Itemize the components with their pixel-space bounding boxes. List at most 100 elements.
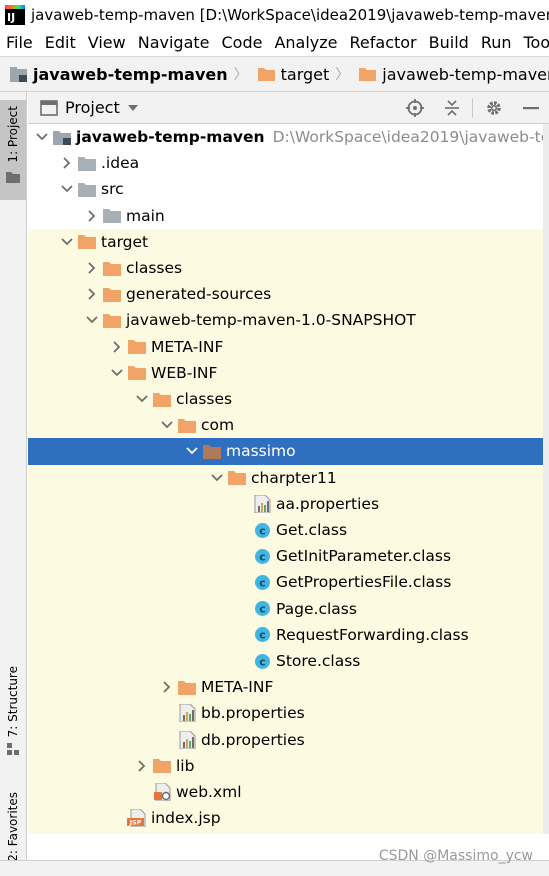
tree-node[interactable]: c GetPropertiesFile.class <box>28 569 549 596</box>
tree-node[interactable]: c GetInitParameter.class <box>28 543 549 570</box>
tree-node-label: Store.class <box>276 652 361 671</box>
tree-node[interactable]: WEB-INF <box>28 359 549 386</box>
tab-structure[interactable]: 7: Structure <box>0 666 26 766</box>
menu-item-tools[interactable]: Tools <box>518 33 549 52</box>
chevron-down-icon[interactable] <box>82 310 102 330</box>
chevron-down-icon[interactable] <box>127 104 138 111</box>
module-icon <box>52 127 72 147</box>
class-file-icon: c <box>252 599 272 619</box>
tree-node[interactable]: lib <box>28 752 549 779</box>
chevron-down-icon[interactable] <box>182 441 202 461</box>
menu-item-analyze[interactable]: Analyze <box>268 33 343 52</box>
chevron-right-icon[interactable] <box>57 153 77 173</box>
tree-node-label: generated-sources <box>126 285 272 304</box>
chevron-right-icon[interactable] <box>157 677 177 697</box>
menu-item-navigate[interactable]: Navigate <box>132 33 216 52</box>
folder-icon <box>257 67 275 81</box>
tree-node[interactable]: classes <box>28 255 549 282</box>
tree-node[interactable]: db.properties <box>28 726 549 753</box>
jsp-file-icon: JSP <box>127 808 147 828</box>
properties-file-icon <box>177 730 197 750</box>
svg-text:c: c <box>259 629 266 642</box>
chevron-down-icon[interactable] <box>132 389 152 409</box>
folder-icon <box>102 206 122 226</box>
project-panel-header: Project <box>28 92 549 124</box>
menu-item-edit[interactable]: Edit <box>39 33 82 52</box>
watermark: CSDN @Massimo_ycw <box>378 848 533 864</box>
tree-node-label: javaweb-temp-maven-1.0-SNAPSHOT <box>126 311 416 330</box>
project-tree: javaweb-temp-maven D:\WorkSpace\idea2019\… <box>28 124 549 834</box>
tree-node[interactable]: web.xml <box>28 779 549 806</box>
tree-node-label: com <box>201 416 235 435</box>
tree-node[interactable]: aa.properties <box>28 490 549 517</box>
tree-node-label: classes <box>176 390 233 409</box>
scrollbar[interactable] <box>543 124 549 834</box>
tree-node[interactable]: classes <box>28 386 549 413</box>
tree-node[interactable]: META-INF <box>28 674 549 701</box>
tree-node[interactable]: .idea <box>28 150 549 176</box>
tree-node[interactable]: charpter11 <box>28 464 549 491</box>
menu-item-refactor[interactable]: Refactor <box>344 33 423 52</box>
chevron-right-icon[interactable] <box>82 258 102 278</box>
tree-node-label: META-INF <box>151 337 224 356</box>
chevron-right-icon[interactable] <box>82 284 102 304</box>
tree-node[interactable]: javaweb-temp-maven-1.0-SNAPSHOT.war <box>28 831 549 834</box>
chevron-down-icon[interactable] <box>57 232 77 252</box>
chevron-down-icon[interactable] <box>57 179 77 199</box>
chevron-down-icon[interactable] <box>157 415 177 435</box>
menu-item-file[interactable]: File <box>0 33 39 52</box>
breadcrumb-item-snapshot[interactable]: javaweb-temp-maven-1.0-SNAPSHOT <box>349 65 549 84</box>
tree-node[interactable]: com <box>28 412 549 439</box>
tree-node-label: web.xml <box>176 783 242 802</box>
intellij-logo-icon: IJ <box>5 4 25 25</box>
tree-node[interactable]: massimo <box>28 438 549 465</box>
menu-item-code[interactable]: Code <box>216 33 269 52</box>
tree-node[interactable]: c Store.class <box>28 648 549 675</box>
title-bar: IJ javaweb-temp-maven [D:\WorkSpace\idea… <box>0 0 549 29</box>
chevron-right-icon[interactable] <box>107 337 127 357</box>
locate-icon[interactable] <box>396 99 433 117</box>
breadcrumb-label: javaweb-temp-maven <box>33 64 228 84</box>
tree-node-label: src <box>101 180 124 199</box>
structure-icon <box>7 743 19 756</box>
tree-node[interactable]: c RequestForwarding.class <box>28 621 549 648</box>
tree-node[interactable]: src <box>28 176 549 202</box>
tree-node[interactable]: bb.properties <box>28 700 549 727</box>
panel-title[interactable]: Project <box>65 98 120 117</box>
breadcrumb-item-project[interactable]: javaweb-temp-maven 〉 <box>0 64 248 84</box>
tree-node[interactable]: javaweb-temp-maven-1.0-SNAPSHOT <box>28 307 549 334</box>
gear-icon[interactable] <box>475 99 512 117</box>
menu-item-run[interactable]: Run <box>475 33 518 52</box>
svg-text:c: c <box>259 524 266 537</box>
toolbar-divider <box>472 98 473 118</box>
chevron-down-icon[interactable] <box>207 468 227 488</box>
tab-project[interactable]: 1: Project <box>0 100 26 200</box>
tree-node[interactable]: c Page.class <box>28 595 549 622</box>
tree-node[interactable]: main <box>28 203 549 229</box>
chevron-right-icon[interactable] <box>82 206 102 226</box>
svg-text:c: c <box>259 550 266 563</box>
folder-icon <box>152 756 172 776</box>
tree-node[interactable]: JSP index.jsp <box>28 805 549 832</box>
breadcrumb-item-target[interactable]: target 〉 <box>248 64 349 84</box>
tree-node[interactable]: target <box>28 228 549 255</box>
module-icon <box>10 66 27 82</box>
tree-node[interactable]: META-INF <box>28 333 549 360</box>
chevron-right-icon[interactable] <box>132 756 152 776</box>
menu-item-build[interactable]: Build <box>423 33 475 52</box>
chevron-down-icon[interactable] <box>107 363 127 383</box>
menu-item-view[interactable]: View <box>82 33 132 52</box>
svg-text:c: c <box>259 603 266 616</box>
menu-bar: File Edit View Navigate Code Analyze Refactor B… <box>0 29 549 56</box>
tree-node[interactable]: javaweb-temp-maven D:\WorkSpace\idea2019\… <box>28 124 549 150</box>
hide-panel-icon[interactable] <box>512 106 549 110</box>
class-file-icon: c <box>252 651 272 671</box>
tree-node-label: .idea <box>101 154 140 173</box>
tree-node[interactable]: c Get.class <box>28 517 549 544</box>
chevron-down-icon[interactable] <box>32 127 52 147</box>
collapse-all-icon[interactable] <box>433 99 470 117</box>
tree-node[interactable]: generated-sources <box>28 281 549 308</box>
breadcrumb: javaweb-temp-maven 〉 target 〉 javaweb-te… <box>0 56 549 92</box>
